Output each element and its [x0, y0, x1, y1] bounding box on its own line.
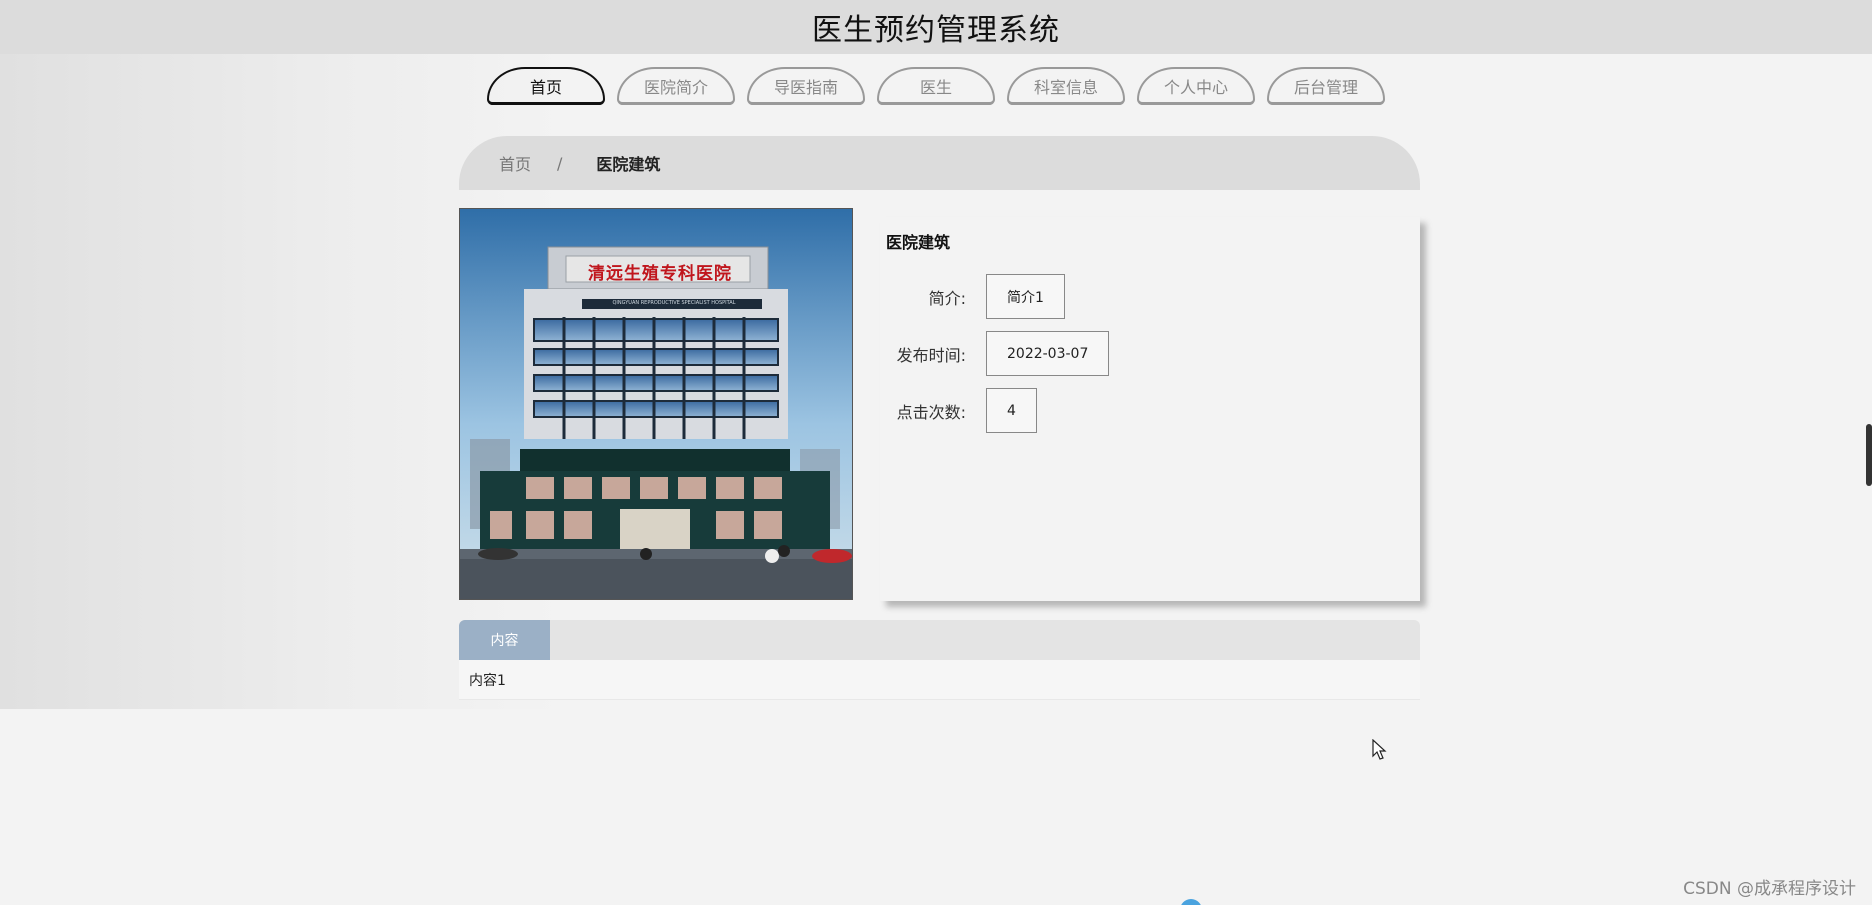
field-value-click-count: 4 — [986, 388, 1037, 433]
nav-item-personal-center[interactable]: 个人中心 — [1137, 67, 1255, 105]
breadcrumb-current: 医院建筑 — [596, 155, 661, 174]
field-value-intro: 简介1 — [986, 274, 1065, 319]
field-label-click-count: 点击次数: — [896, 402, 966, 422]
mouse-cursor-icon — [1372, 739, 1387, 760]
nav-item-guide[interactable]: 导医指南 — [747, 67, 865, 105]
watermark-text: CSDN @成承程序设计 — [1683, 879, 1856, 899]
hospital-building-photo: 清远生殖专科医院 QINGYUAN REPRODUCTIVE SPECIALIS… — [459, 208, 853, 600]
nav-item-doctors[interactable]: 医生 — [877, 67, 995, 105]
hospital-sign-subtext: QINGYUAN REPRODUCTIVE SPECIALIST HOSPITA… — [612, 300, 736, 306]
nav-item-home[interactable]: 首页 — [487, 67, 605, 105]
breadcrumb-home[interactable]: 首页 — [499, 151, 531, 175]
breadcrumb-separator: / — [557, 153, 563, 173]
hospital-sign-text: 清远生殖专科医院 — [588, 264, 732, 284]
site-title: 医生预约管理系统 — [812, 13, 1060, 48]
field-row-publish-time: 发布时间: 2022-03-07 — [880, 331, 1110, 376]
nav-item-departments[interactable]: 科室信息 — [1007, 67, 1125, 105]
site-header: 医生预约管理系统 — [0, 0, 1872, 54]
tab-content[interactable]: 内容 — [459, 620, 550, 660]
nav-item-admin[interactable]: 后台管理 — [1267, 67, 1385, 105]
field-label-intro: 简介: — [928, 288, 966, 308]
content-panel: 内容1 — [459, 660, 1420, 700]
nav-item-hospital-intro[interactable]: 医院简介 — [617, 67, 735, 105]
field-row-intro: 简介: 简介1 — [880, 274, 1065, 319]
floating-blue-indicator — [1180, 899, 1202, 905]
field-label-publish-time: 发布时间: — [896, 345, 966, 365]
breadcrumb: 首页 / 医院建筑 — [459, 136, 1420, 190]
field-row-click-count: 点击次数: 4 — [880, 388, 1037, 433]
scrollbar-thumb[interactable] — [1866, 424, 1872, 486]
field-value-publish-time: 2022-03-07 — [986, 331, 1110, 376]
main-nav: 首页 医院简介 导医指南 医生 科室信息 个人中心 后台管理 — [0, 67, 1872, 105]
detail-title: 医院建筑 — [886, 233, 951, 252]
content-text: 内容1 — [469, 672, 506, 689]
detail-card: 医院建筑 简介: 简介1 发布时间: 2022-03-07 点击次数: 4 — [880, 217, 1420, 601]
content-tabs: 内容 — [459, 620, 1420, 660]
